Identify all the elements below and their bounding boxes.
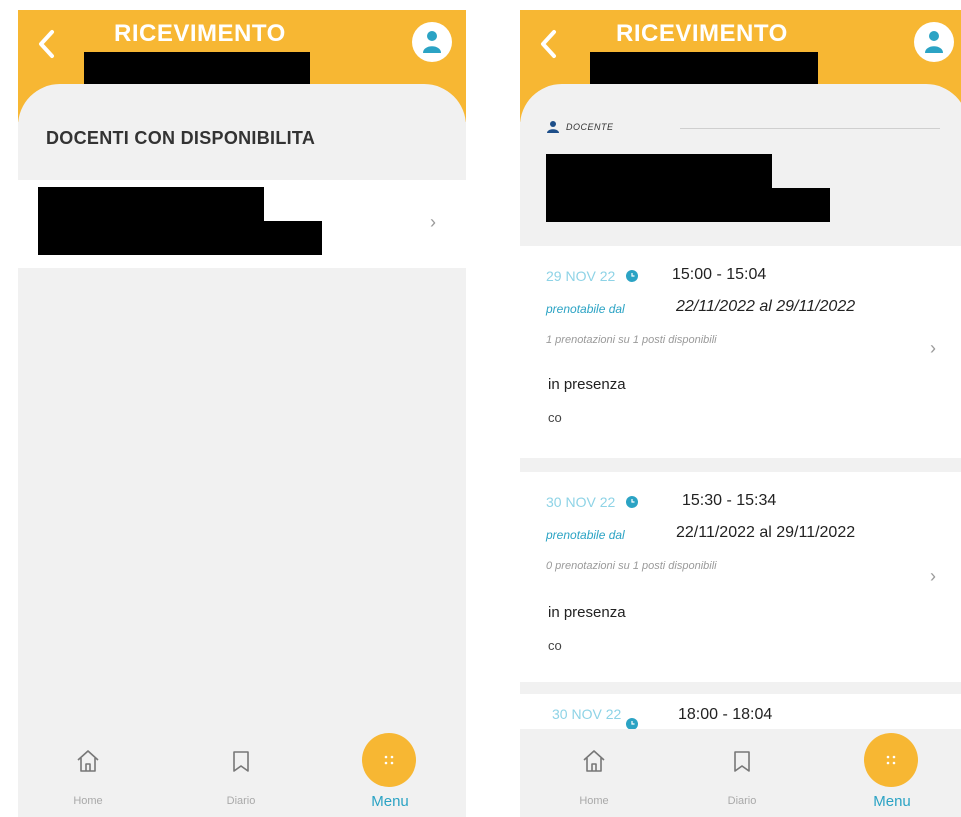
user-icon — [423, 31, 441, 53]
slot-card[interactable]: 30 NOV 22 15:30 - 15:34 prenotabile dal … — [520, 472, 961, 682]
nav-menu-label: Menu — [371, 793, 409, 810]
redacted-teacher-name — [38, 187, 264, 221]
teacher-label: DOCENTE — [566, 122, 614, 132]
profile-button[interactable] — [412, 22, 452, 62]
nav-home[interactable]: Home — [544, 729, 644, 817]
nav-menu-label: Menu — [873, 793, 911, 810]
chevron-right-icon: › — [930, 566, 936, 586]
menu-fab — [362, 733, 416, 787]
nav-diary-label: Diario — [226, 795, 256, 807]
redacted-teacher-subject — [546, 188, 830, 222]
slot-date: 30 NOV 22 — [546, 494, 616, 510]
chevron-right-icon: › — [430, 212, 436, 232]
bookable-label: prenotabile dal — [546, 302, 625, 316]
chevron-left-icon — [39, 30, 54, 58]
meeting-mode: in presenza — [548, 604, 626, 621]
chevron-right-icon: › — [930, 338, 936, 358]
slot-time: 15:00 - 15:04 — [672, 266, 767, 283]
slot-time: 18:00 - 18:04 — [678, 706, 773, 723]
nav-diary-label: Diario — [727, 795, 757, 807]
bookings-note: 1 prenotazioni su 1 posti disponibili — [546, 334, 717, 346]
bottom-navigation: Home Diario Menu — [18, 729, 466, 817]
grid-icon — [886, 755, 896, 765]
home-icon — [77, 750, 99, 772]
bottom-navigation: Home Diario Menu — [520, 729, 961, 817]
user-icon — [547, 121, 559, 133]
slot-date: 29 NOV 22 — [546, 268, 616, 284]
nav-home-label: Home — [73, 795, 103, 807]
redacted-class-name — [590, 52, 818, 85]
back-button[interactable] — [32, 26, 62, 62]
nav-menu[interactable]: Menu — [842, 729, 942, 817]
clock-icon — [626, 270, 638, 282]
page-title: RICEVIMENTO — [114, 20, 286, 47]
bookings-note: 0 prenotazioni su 1 posti disponibili — [546, 560, 717, 572]
nav-home[interactable]: Home — [38, 729, 138, 817]
nav-diary[interactable]: Diario — [692, 729, 792, 817]
teacher-list-item[interactable]: › — [18, 180, 466, 268]
back-button[interactable] — [534, 26, 564, 62]
slot-date: 30 NOV 22 — [552, 706, 622, 722]
menu-fab — [864, 733, 918, 787]
phone-screen-teachers-list: RICEVIMENTO DOCENTI CON DISPONIBILITA › … — [18, 10, 466, 817]
nav-home-label: Home — [579, 795, 609, 807]
bookable-range: 22/11/2022 al 29/11/2022 — [676, 524, 856, 541]
profile-button[interactable] — [914, 22, 954, 62]
meeting-mode-detail: co — [548, 410, 562, 425]
bookable-range: 22/11/2022 al 29/11/2022 — [676, 298, 856, 315]
section-title: DOCENTI CON DISPONIBILITA — [46, 128, 316, 148]
slot-card[interactable]: 29 NOV 22 15:00 - 15:04 prenotabile dal … — [520, 246, 961, 458]
clock-icon — [626, 496, 638, 508]
chevron-left-icon — [541, 30, 556, 58]
meeting-mode: in presenza — [548, 376, 626, 393]
divider — [680, 128, 940, 129]
phone-screen-teacher-slots: RICEVIMENTO DOCENTE 29 NOV 22 15:00 - 15… — [520, 10, 961, 817]
user-icon — [925, 31, 943, 53]
home-icon — [583, 750, 605, 772]
redacted-teacher-name — [546, 154, 772, 188]
redacted-class-name — [84, 52, 310, 85]
grid-icon — [384, 755, 394, 765]
slot-time: 15:30 - 15:34 — [682, 492, 777, 509]
redacted-teacher-subject — [38, 221, 322, 255]
nav-diary[interactable]: Diario — [191, 729, 291, 817]
meeting-mode-detail: co — [548, 638, 562, 653]
bookmark-book-icon — [233, 751, 249, 772]
bookmark-book-icon — [734, 751, 750, 772]
nav-menu[interactable]: Menu — [340, 729, 440, 817]
page-title: RICEVIMENTO — [616, 20, 788, 47]
bookable-label: prenotabile dal — [546, 528, 625, 542]
